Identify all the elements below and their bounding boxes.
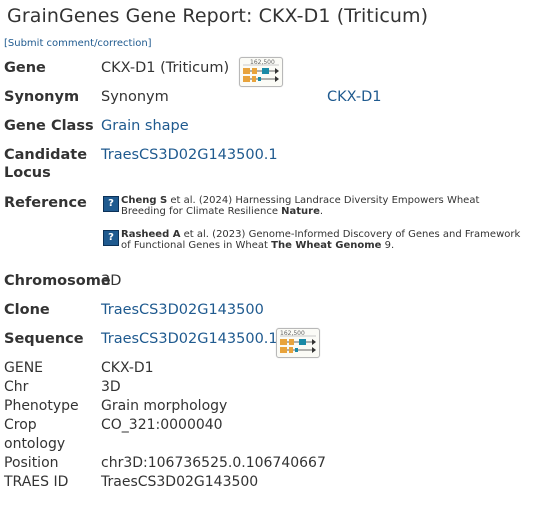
submit-correction-link[interactable]: [Submit comment/correction] — [4, 38, 152, 49]
sequence-link[interactable]: TraesCS3D02G143500.1 — [101, 330, 278, 349]
gene-model-icon: 162,500 — [243, 59, 279, 82]
detail-value-gene: CKX-D1 — [101, 360, 154, 376]
detail-label-position: Position — [4, 455, 59, 471]
synonym-link[interactable]: CKX-D1 — [327, 88, 381, 107]
detail-value-traes-id: TraesCS3D02G143500 — [101, 474, 259, 490]
detail-label-traes-id: TRAES ID — [4, 474, 69, 490]
reference-2-tail: 9. — [381, 240, 395, 251]
gene-value: CKX-D1 (Triticum) — [101, 60, 230, 76]
gene-class-link[interactable]: Grain shape — [101, 117, 189, 136]
detail-value-chr: 3D — [101, 379, 121, 395]
reference-2-journal: The Wheat Genome — [271, 240, 382, 251]
detail-label-gene: GENE — [4, 360, 44, 376]
page-title: GrainGenes Gene Report: CKX-D1 (Triticum… — [7, 5, 429, 27]
gene-label: Gene — [4, 60, 46, 76]
chromosome-value: 3D — [101, 273, 122, 289]
synonym-value-label: Synonym — [101, 89, 169, 105]
reference-item-2: Rasheed A et al. (2023) Genome-Informed … — [121, 229, 521, 251]
question-icon[interactable]: ? — [103, 230, 119, 246]
detail-label-phenotype: Phenotype — [4, 398, 79, 414]
sequence-gene-model-thumbnail[interactable]: 162,500 — [276, 328, 320, 358]
candidate-locus-link[interactable]: TraesCS3D02G143500.1 — [101, 146, 278, 165]
reference-2-author: Rasheed A — [121, 229, 181, 240]
detail-value-phenotype: Grain morphology — [101, 398, 228, 414]
candidate-locus-label-line1: Candidate — [4, 147, 88, 163]
synonym-label: Synonym — [4, 89, 80, 105]
gene-model-icon: 162,500 — [280, 330, 316, 353]
detail-label-chr: Chr — [4, 379, 29, 395]
gene-class-label: Gene Class — [4, 118, 94, 134]
detail-value-crop-ontology: CO_321:0000040 — [101, 417, 223, 433]
detail-value-position: chr3D:106736525.0.106740667 — [101, 455, 326, 471]
question-icon[interactable]: ? — [103, 196, 119, 212]
reference-1-author: Cheng S — [121, 195, 168, 206]
gene-report-page: GrainGenes Gene Report: CKX-D1 (Triticum… — [0, 0, 543, 508]
reference-label: Reference — [4, 195, 87, 211]
detail-label-crop: Crop — [4, 417, 37, 433]
reference-1-tail: . — [319, 206, 324, 217]
clone-label: Clone — [4, 302, 50, 318]
detail-label-ontology: ontology — [4, 436, 66, 452]
candidate-locus-label-line2: Locus — [4, 165, 51, 181]
chromosome-label: Chromosome — [4, 273, 111, 289]
reference-item-1: Cheng S et al. (2024) Harnessing Landrac… — [121, 195, 521, 217]
sequence-label: Sequence — [4, 331, 84, 347]
gene-model-thumbnail[interactable]: 162,500 — [239, 57, 283, 87]
clone-link[interactable]: TraesCS3D02G143500 — [101, 301, 264, 320]
reference-1-journal: Nature — [281, 206, 320, 217]
